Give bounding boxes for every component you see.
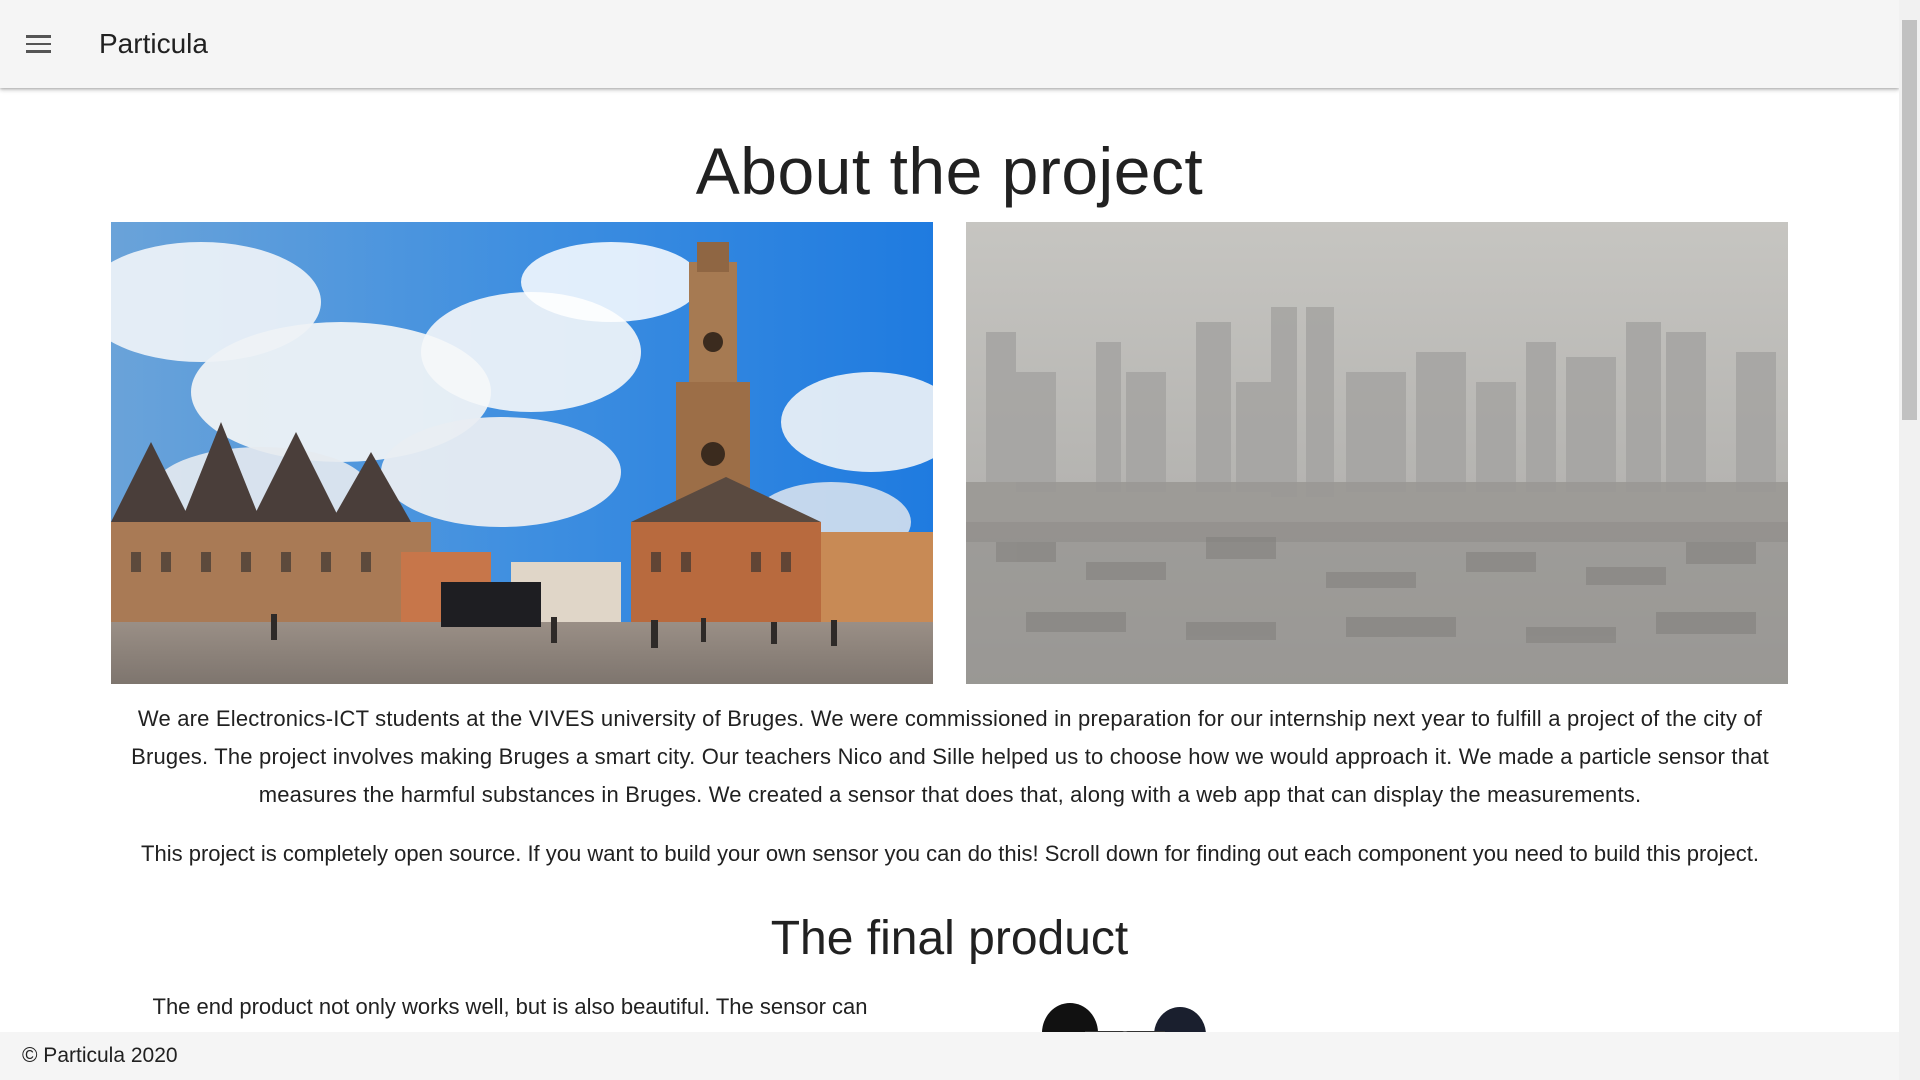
smog-city-photo [966,222,1788,684]
page-scrollbar[interactable] [1899,0,1920,1080]
main-content: About the project We are Electronics-ICT… [0,88,1899,1032]
app-root: Particula About the project We are Elect… [0,0,1920,1080]
open-source-paragraph: This project is completely open source. … [141,841,1759,866]
product-image [1030,993,1250,1032]
menu-icon [25,35,51,53]
final-product-heading: The final product [770,912,1129,965]
photo-row [111,222,1788,684]
bruges-photo [111,222,933,684]
final-product-text: The end product not only works well, but… [152,994,868,1019]
top-app-bar: Particula [0,0,1899,88]
scrollbar-thumb[interactable] [1902,20,1917,420]
footer: © Particula 2020 [0,1032,1899,1080]
page-title: About the project [695,134,1204,208]
intro-paragraph: We are Electronics-ICT students at the V… [131,706,1769,807]
app-title: Particula [99,28,208,59]
footer-copyright: © Particula 2020 [22,1044,178,1067]
menu-button[interactable] [14,20,62,68]
